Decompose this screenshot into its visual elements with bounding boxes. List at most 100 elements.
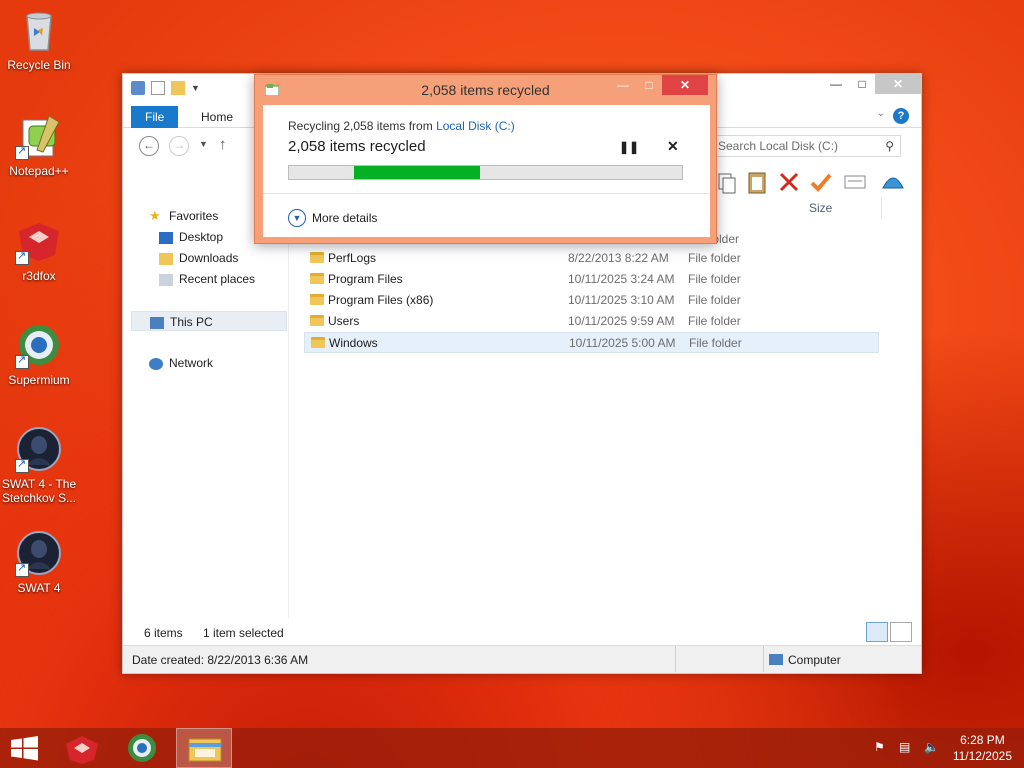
column-header-size[interactable]: Size — [809, 201, 832, 215]
properties-icon[interactable] — [151, 81, 165, 95]
computer-icon[interactable] — [131, 81, 145, 95]
taskbar-clock[interactable]: 6:28 PM 11/12/2025 — [953, 732, 1012, 764]
quick-access-toolbar: ▼ — [131, 81, 200, 95]
ribbon-expand-icon[interactable]: ⌄ — [877, 108, 885, 119]
nav-desktop[interactable]: Desktop — [159, 227, 223, 247]
details-view-button[interactable] — [866, 622, 888, 642]
file-name: PerfLogs — [328, 251, 377, 265]
file-type: File folder — [688, 314, 741, 328]
paste-icon[interactable] — [745, 170, 769, 194]
file-type: File folder — [688, 251, 741, 265]
progress-bar-fill — [353, 166, 480, 179]
dialog-titlebar[interactable]: 2,058 items recycled — □ ✕ — [255, 75, 716, 105]
shortcut-arrow-icon — [15, 144, 29, 160]
date-created: Date created: 8/22/2013 6:36 AM — [132, 653, 309, 667]
details-divider — [675, 646, 676, 672]
close-button[interactable]: ✕ — [875, 74, 921, 94]
desktop-icon-swat4[interactable]: SWAT 4 — [0, 529, 78, 595]
desktop-icon-supermium[interactable]: Supermium — [0, 321, 78, 387]
action-center-flag-icon[interactable]: ⚑ — [874, 740, 885, 754]
nav-label: Favorites — [169, 209, 219, 223]
search-input[interactable]: Search Local Disk (C:) ⚲ — [711, 135, 901, 157]
nav-downloads[interactable]: Downloads — [159, 248, 238, 268]
file-date: 10/11/2025 3:24 AM — [568, 272, 675, 286]
recycle-bin-icon — [15, 6, 63, 54]
file-row[interactable]: Users 10/11/2025 9:59 AM File folder — [304, 311, 879, 332]
start-button[interactable] — [0, 728, 52, 768]
recycle-source-text: Recycling 2,058 items from Local Disk (C… — [288, 119, 515, 133]
cancel-button[interactable]: ✕ — [667, 138, 679, 155]
folder-icon — [310, 273, 324, 284]
file-row[interactable]: Program Files 10/11/2025 3:24 AM File fo… — [304, 269, 879, 290]
dialog-minimize-button[interactable]: — — [610, 75, 636, 95]
nav-recent-places[interactable]: Recent places — [159, 269, 255, 289]
search-icon[interactable]: ⚲ — [885, 139, 894, 153]
minimize-button[interactable]: — — [823, 74, 849, 94]
file-row-selected[interactable]: Windows 10/11/2025 5:00 AM File folder — [304, 332, 879, 353]
large-icons-view-button[interactable] — [890, 622, 912, 642]
tab-home[interactable]: Home — [187, 106, 247, 128]
desktop-icon-recycle-bin[interactable]: Recycle Bin — [0, 6, 78, 72]
dialog-maximize-button[interactable]: □ — [636, 75, 662, 95]
recent-locations-icon[interactable]: ▼ — [199, 139, 208, 149]
dialog-body: Recycling 2,058 items from Local Disk (C… — [263, 105, 710, 237]
dialog-separator — [263, 193, 710, 194]
recycle-progress-dialog: 2,058 items recycled — □ ✕ Recycling 2,0… — [254, 74, 717, 244]
new-folder-icon[interactable] — [171, 81, 185, 95]
taskbar-file-explorer[interactable] — [176, 728, 232, 768]
file-name: Users — [328, 314, 360, 328]
shortcut-arrow-icon — [15, 561, 29, 577]
forward-button[interactable]: → — [169, 136, 189, 156]
delete-icon[interactable] — [777, 170, 801, 194]
nav-network[interactable]: Network — [149, 353, 213, 373]
qat-dropdown-icon[interactable]: ▼ — [191, 81, 200, 95]
copy-icon[interactable] — [715, 170, 739, 194]
maximize-button[interactable]: □ — [849, 74, 875, 94]
network-tray-icon[interactable]: ▤ — [899, 740, 910, 754]
shortcut-arrow-icon — [15, 457, 29, 473]
file-row[interactable]: PerfLogs 8/22/2013 8:22 AM File folder — [304, 248, 879, 269]
desktop-icon-notepad-plus-plus[interactable]: Notepad++ — [0, 112, 78, 178]
downloads-folder-icon — [159, 252, 173, 265]
r3dfox-icon — [15, 217, 63, 265]
desktop-icon-r3dfox[interactable]: r3dfox — [0, 217, 78, 283]
help-icon[interactable]: ? — [893, 108, 909, 124]
back-button[interactable]: ← — [139, 136, 159, 156]
source-location-link[interactable]: Local Disk (C:) — [436, 119, 515, 133]
nav-this-pc[interactable]: This PC — [131, 311, 287, 331]
swat4-icon — [15, 529, 63, 577]
volume-muted-icon[interactable]: 🔈 — [924, 740, 939, 754]
file-date: 8/22/2013 8:22 AM — [568, 251, 669, 265]
nav-label: This PC — [170, 315, 213, 329]
shortcut-arrow-icon — [15, 249, 29, 265]
supermium-icon — [128, 734, 156, 762]
pause-button[interactable]: ❚❚ — [619, 140, 639, 154]
file-type: File folder — [689, 336, 742, 350]
nav-favorites[interactable]: ★ Favorites — [149, 206, 218, 226]
properties-pane-icon[interactable] — [843, 170, 867, 194]
nav-label: Network — [169, 356, 214, 370]
rename-check-icon[interactable] — [809, 170, 833, 194]
taskbar-r3dfox[interactable] — [56, 728, 108, 768]
file-name: Windows — [329, 336, 378, 350]
details-bar: Date created: 8/22/2013 6:36 AM Computer — [123, 645, 921, 673]
windows-logo-icon — [11, 736, 38, 761]
shell-icon[interactable] — [881, 170, 905, 194]
nav-label: Desktop — [179, 230, 224, 244]
taskbar-supermium[interactable] — [116, 728, 168, 768]
dialog-close-button[interactable]: ✕ — [662, 75, 708, 95]
desktop-icon-label: r3dfox — [22, 269, 56, 283]
desktop-icon-label: Supermium — [8, 373, 70, 387]
network-icon — [149, 357, 163, 370]
recycle-source-prefix: Recycling 2,058 items from — [288, 119, 437, 133]
up-button[interactable]: ↑ — [219, 136, 227, 153]
column-divider — [881, 198, 882, 218]
more-details-toggle[interactable]: ▼ More details — [288, 209, 377, 227]
folder-icon — [310, 315, 324, 326]
selection-count: 1 item selected — [203, 626, 284, 640]
swat4-stetchkov-icon — [15, 425, 63, 473]
file-row[interactable]: Program Files (x86) 10/11/2025 3:10 AM F… — [304, 290, 879, 311]
tab-file[interactable]: File — [131, 106, 179, 128]
desktop-icon-swat4-stetchkov[interactable]: SWAT 4 - The Stetchkov S... — [0, 425, 78, 505]
file-date: 10/11/2025 3:10 AM — [568, 293, 675, 307]
